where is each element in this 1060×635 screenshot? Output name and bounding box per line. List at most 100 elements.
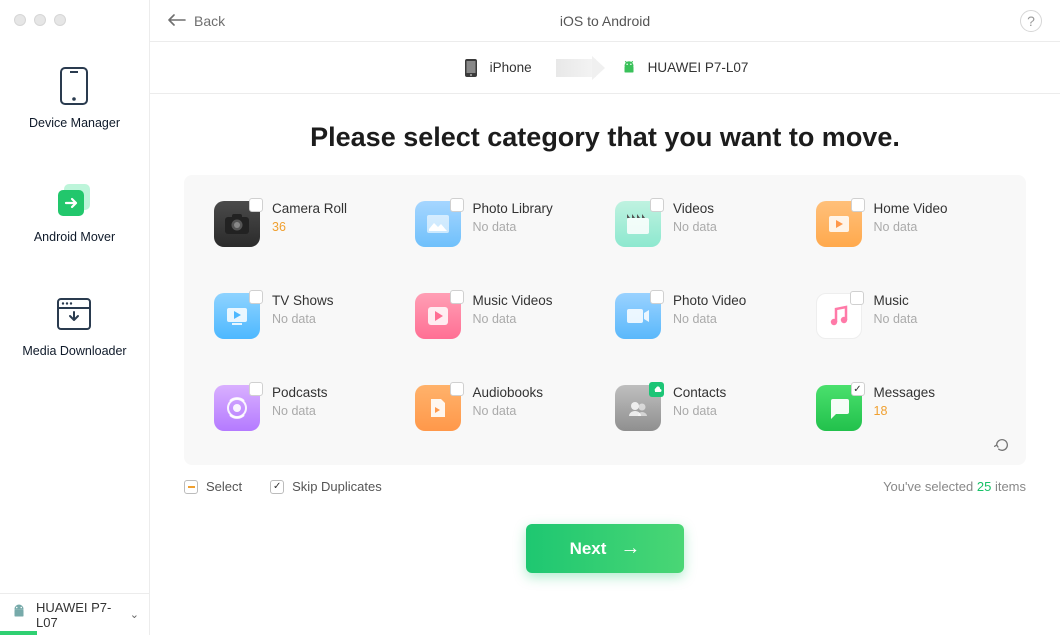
category-subtitle: No data — [673, 404, 726, 418]
category-subtitle: No data — [874, 220, 948, 234]
arrow-right-icon: → — [620, 537, 640, 560]
videos-icon — [615, 201, 661, 247]
arrow-left-icon — [168, 13, 186, 29]
camera-icon — [214, 201, 260, 247]
category-checkbox[interactable] — [851, 198, 865, 212]
sidebar-item-media-downloader[interactable]: Media Downloader — [22, 294, 126, 358]
category-checkbox[interactable] — [650, 290, 664, 304]
category-audiobooks[interactable]: Audiobooks No data — [415, 385, 596, 431]
android-mover-icon — [54, 180, 94, 220]
refresh-button[interactable] — [992, 435, 1012, 455]
selected-count-text: You've selected 25 items — [883, 479, 1026, 494]
category-photo-video[interactable]: Photo Video No data — [615, 293, 796, 339]
window-zoom[interactable] — [54, 14, 66, 26]
music-icon — [816, 293, 862, 339]
sidebar: Device Manager Android Mover Media Downl… — [0, 0, 150, 635]
category-title: TV Shows — [272, 293, 334, 308]
category-subtitle: No data — [272, 404, 328, 418]
category-subtitle: No data — [272, 312, 334, 326]
next-button[interactable]: Next → — [526, 524, 685, 573]
category-music[interactable]: Music No data — [816, 293, 997, 339]
category-podcasts[interactable]: Podcasts No data — [214, 385, 395, 431]
skip-duplicates-checkbox[interactable]: Skip Duplicates — [270, 479, 382, 494]
category-title: Home Video — [874, 201, 948, 216]
source-device-name: iPhone — [490, 60, 532, 75]
category-checkbox[interactable] — [450, 198, 464, 212]
category-subtitle: No data — [874, 312, 918, 326]
category-messages[interactable]: Messages 18 — [816, 385, 997, 431]
category-title: Camera Roll — [272, 201, 347, 216]
category-subtitle: No data — [473, 312, 553, 326]
category-panel: Camera Roll 36 Photo Library No data Videos N… — [184, 175, 1026, 465]
category-tv-shows[interactable]: TV Shows No data — [214, 293, 395, 339]
messages-icon — [816, 385, 862, 431]
category-checkbox[interactable] — [650, 198, 664, 212]
audiobooks-icon — [415, 385, 461, 431]
instruction-title: Please select category that you want to … — [184, 122, 1026, 153]
category-checkbox[interactable] — [450, 290, 464, 304]
select-all-label: Select — [206, 479, 242, 494]
category-title: Podcasts — [272, 385, 328, 400]
help-button[interactable]: ? — [1020, 10, 1042, 32]
podcasts-icon — [214, 385, 260, 431]
category-subtitle: No data — [473, 220, 553, 234]
sidebar-item-label: Android Mover — [34, 230, 115, 244]
sidebar-item-android-mover[interactable]: Android Mover — [34, 180, 115, 244]
category-videos[interactable]: Videos No data — [615, 201, 796, 247]
category-subtitle: 18 — [874, 404, 936, 418]
contacts-icon — [615, 385, 661, 431]
category-checkbox[interactable] — [249, 198, 263, 212]
connected-device-selector[interactable]: HUAWEI P7-L07 ⌄ — [0, 593, 149, 635]
device-storage-bar — [0, 631, 37, 635]
iphone-icon — [462, 59, 480, 77]
header: Back iOS to Android ? — [150, 0, 1060, 42]
checkbox-indeterminate-icon — [184, 480, 198, 494]
device-transfer-row: iPhone HUAWEI P7-L07 — [150, 42, 1060, 94]
cloud-badge-icon — [649, 382, 664, 397]
category-subtitle: 36 — [272, 220, 347, 234]
photo-video-icon — [615, 293, 661, 339]
music-videos-icon — [415, 293, 461, 339]
back-label: Back — [194, 13, 225, 29]
category-title: Videos — [673, 201, 717, 216]
category-title: Music Videos — [473, 293, 553, 308]
android-icon — [620, 59, 638, 77]
download-icon — [54, 294, 94, 334]
chevron-down-icon: ⌄ — [130, 608, 139, 621]
target-device: HUAWEI P7-L07 — [620, 59, 749, 77]
category-checkbox[interactable] — [249, 290, 263, 304]
window-close[interactable] — [14, 14, 26, 26]
photo-library-icon — [415, 201, 461, 247]
category-title: Music — [874, 293, 918, 308]
sidebar-item-device-manager[interactable]: Device Manager — [29, 66, 120, 130]
category-checkbox[interactable] — [450, 382, 464, 396]
category-checkbox[interactable] — [851, 382, 865, 396]
checkbox-checked-icon — [270, 480, 284, 494]
category-title: Audiobooks — [473, 385, 544, 400]
select-all-checkbox[interactable]: Select — [184, 479, 242, 494]
window-minimize[interactable] — [34, 14, 46, 26]
category-checkbox[interactable] — [850, 291, 864, 305]
category-photo-library[interactable]: Photo Library No data — [415, 201, 596, 247]
sidebar-item-label: Device Manager — [29, 116, 120, 130]
back-button[interactable]: Back — [168, 13, 225, 29]
category-title: Messages — [874, 385, 936, 400]
category-title: Photo Library — [473, 201, 553, 216]
category-title: Photo Video — [673, 293, 746, 308]
home-video-icon — [816, 201, 862, 247]
category-home-video[interactable]: Home Video No data — [816, 201, 997, 247]
help-icon: ? — [1027, 13, 1035, 29]
phone-icon — [54, 66, 94, 106]
sidebar-item-label: Media Downloader — [22, 344, 126, 358]
category-music-videos[interactable]: Music Videos No data — [415, 293, 596, 339]
category-subtitle: No data — [473, 404, 544, 418]
category-camera-roll[interactable]: Camera Roll 36 — [214, 201, 395, 247]
transfer-arrow-icon — [556, 59, 596, 77]
next-button-label: Next — [570, 539, 607, 559]
tv-shows-icon — [214, 293, 260, 339]
category-subtitle: No data — [673, 312, 746, 326]
skip-duplicates-label: Skip Duplicates — [292, 479, 382, 494]
category-subtitle: No data — [673, 220, 717, 234]
category-contacts[interactable]: ContactsNo data — [615, 385, 796, 431]
category-checkbox[interactable] — [249, 382, 263, 396]
